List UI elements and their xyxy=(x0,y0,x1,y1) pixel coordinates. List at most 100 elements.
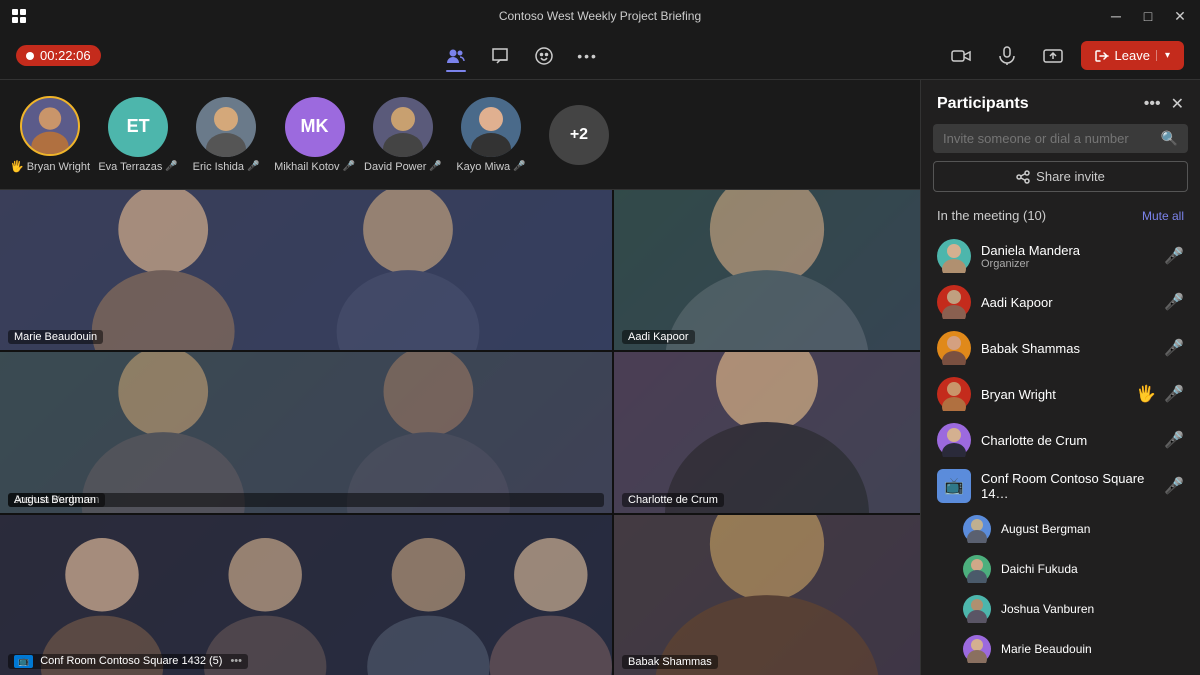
participant-row-bryan[interactable]: Bryan Wright 🖐️ 🎤 xyxy=(921,371,1200,417)
name-marie: Marie Beaudouin xyxy=(1001,642,1184,656)
participant-row-august[interactable]: August Bergman xyxy=(921,509,1200,549)
share-invite-label: Share invite xyxy=(1036,169,1105,184)
mic-icon-bryan: 🎤 xyxy=(1164,384,1184,404)
avatar-conf-room: 📺 xyxy=(937,469,971,503)
label-babak-shammas: Babak Shammas xyxy=(622,655,718,669)
actions-bryan: 🖐️ 🎤 xyxy=(1136,384,1184,404)
participant-row-babak[interactable]: Babak Shammas 🎤 xyxy=(921,325,1200,371)
avatar-kayo-miwa xyxy=(461,97,521,157)
panel-close-icon[interactable]: ✕ xyxy=(1171,94,1184,114)
camera-button[interactable] xyxy=(943,38,979,74)
avatar-aadi xyxy=(937,285,971,319)
info-conf-room: Conf Room Contoso Square 14… xyxy=(981,471,1154,501)
name-bryan-wright: 🖐️ Bryan Wright xyxy=(10,160,90,173)
name-eva-terrazas: Eva Terrazas 🎤 xyxy=(98,161,177,173)
app-grid-icon[interactable] xyxy=(12,9,26,23)
video-grid: Marie Beaudouin Aadi Kapoor xyxy=(0,190,920,675)
mic-icon-daniela: 🎤 xyxy=(1164,246,1184,266)
more-count-badge: +2 xyxy=(549,105,609,165)
avatar-bryan-wright xyxy=(20,96,80,156)
actions-conf-room: 🎤 xyxy=(1164,476,1184,496)
share-screen-button[interactable] xyxy=(1035,38,1071,74)
avatar-babak xyxy=(937,331,971,365)
avatar-charlotte xyxy=(937,423,971,457)
leave-button[interactable]: Leave ▾ xyxy=(1081,41,1184,70)
chat-button[interactable] xyxy=(482,38,518,74)
participant-row-charlotte[interactable]: Charlotte de Crum 🎤 xyxy=(921,417,1200,463)
mute-all-button[interactable]: Mute all xyxy=(1142,209,1184,223)
video-cell-babak-shammas: Babak Shammas xyxy=(614,515,920,675)
strip-participant-mikhail-kotov[interactable]: MK Mikhail Kotov 🎤 xyxy=(274,97,355,173)
strip-participant-eric-ishida[interactable]: Eric Ishida 🎤 xyxy=(186,97,266,173)
avatar-eva-terrazas: ET xyxy=(108,97,168,157)
info-daniela: Daniela Mandera Organizer xyxy=(981,243,1154,270)
strip-more-participants[interactable]: +2 xyxy=(539,105,619,165)
video-cell-conf-room: 📺 Conf Room Contoso Square 1432 (5) ••• xyxy=(0,515,612,675)
participant-row-daniela[interactable]: Daniela Mandera Organizer 🎤 xyxy=(921,233,1200,279)
name-daichi: Daichi Fukuda xyxy=(1001,562,1184,576)
info-aadi: Aadi Kapoor xyxy=(981,295,1154,310)
panel-more-icon[interactable]: ••• xyxy=(1144,95,1161,113)
name-charlotte: Charlotte de Crum xyxy=(981,433,1154,448)
strip-participant-bryan-wright[interactable]: 🖐️ Bryan Wright xyxy=(10,96,90,173)
name-kayo-miwa: Kayo Miwa 🎤 xyxy=(456,161,525,173)
mic-button[interactable] xyxy=(989,38,1025,74)
actions-aadi: 🎤 xyxy=(1164,292,1184,312)
info-joshua: Joshua Vanburen xyxy=(1001,602,1184,616)
name-aadi: Aadi Kapoor xyxy=(981,295,1154,310)
info-marie: Marie Beaudouin xyxy=(1001,642,1184,656)
info-august: August Bergman xyxy=(1001,522,1184,536)
participants-list: Daniela Mandera Organizer 🎤 Aadi Kapoor … xyxy=(921,229,1200,675)
reactions-button[interactable] xyxy=(526,38,562,74)
mic-icon-babak: 🎤 xyxy=(1164,338,1184,358)
toolbar-center: ••• xyxy=(438,38,606,74)
role-daniela: Organizer xyxy=(981,258,1154,270)
name-august: August Bergman xyxy=(1001,522,1184,536)
participant-row-joshua[interactable]: Joshua Vanburen xyxy=(921,589,1200,629)
name-david-power: David Power 🎤 xyxy=(364,161,442,173)
leave-chevron-icon[interactable]: ▾ xyxy=(1156,50,1170,61)
strip-participant-kayo-miwa[interactable]: Kayo Miwa 🎤 xyxy=(451,97,531,173)
label-charlotte-de-crum: Charlotte de Crum xyxy=(622,493,724,507)
strip-participant-david-power[interactable]: David Power 🎤 xyxy=(363,97,443,173)
recording-timer: 00:22:06 xyxy=(16,45,101,66)
name-bryan-panel: Bryan Wright xyxy=(981,387,1126,402)
actions-babak: 🎤 xyxy=(1164,338,1184,358)
avatar-daniela xyxy=(937,239,971,273)
info-bryan: Bryan Wright xyxy=(981,387,1126,402)
toolbar: 00:22:06 ••• Leave ▾ xyxy=(0,32,1200,80)
name-mikhail-kotov: Mikhail Kotov 🎤 xyxy=(274,161,355,173)
avatar-marie xyxy=(963,635,991,663)
label-conf-room: 📺 Conf Room Contoso Square 1432 (5) ••• xyxy=(8,654,248,669)
more-options-button[interactable]: ••• xyxy=(570,38,606,74)
participants-tab-button[interactable] xyxy=(438,38,474,74)
info-daichi: Daichi Fukuda xyxy=(1001,562,1184,576)
avatar-eric-ishida xyxy=(196,97,256,157)
leave-label: Leave xyxy=(1115,48,1150,63)
strip-participant-eva-terrazas[interactable]: ET Eva Terrazas 🎤 xyxy=(98,97,178,173)
title-bar: Contoso West Weekly Project Briefing ─ □… xyxy=(0,0,1200,32)
video-cell-charlotte-de-crum: Charlotte de Crum xyxy=(614,352,920,512)
minimize-button[interactable]: ─ xyxy=(1108,8,1124,24)
mic-icon-aadi: 🎤 xyxy=(1164,292,1184,312)
name-babak: Babak Shammas xyxy=(981,341,1154,356)
mic-icon-charlotte: 🎤 xyxy=(1164,430,1184,450)
search-icon: 🔍 xyxy=(1161,130,1178,147)
participant-row-aadi[interactable]: Aadi Kapoor 🎤 xyxy=(921,279,1200,325)
search-input[interactable] xyxy=(943,131,1153,146)
participant-row-marie[interactable]: Marie Beaudouin xyxy=(921,629,1200,669)
participant-row-daichi[interactable]: Daichi Fukuda xyxy=(921,549,1200,589)
window-title: Contoso West Weekly Project Briefing xyxy=(499,9,701,23)
participants-strip: 🖐️ Bryan Wright ET Eva Terrazas 🎤 Eric I… xyxy=(0,80,920,190)
panel-header-icons: ••• ✕ xyxy=(1144,94,1184,114)
mic-icon-conf-room: 🎤 xyxy=(1164,476,1184,496)
close-button[interactable]: ✕ xyxy=(1172,8,1188,24)
participant-row-eric[interactable]: Eric Ishida xyxy=(921,669,1200,675)
share-invite-button[interactable]: Share invite xyxy=(933,161,1188,192)
maximize-button[interactable]: □ xyxy=(1140,8,1156,24)
title-bar-left xyxy=(12,9,26,23)
avatar-mikhail-kotov: MK xyxy=(285,97,345,157)
name-conf-room: Conf Room Contoso Square 14… xyxy=(981,471,1154,501)
participant-row-conf-room[interactable]: 📺 Conf Room Contoso Square 14… 🎤 xyxy=(921,463,1200,509)
label-marie-beaudouin: Marie Beaudouin xyxy=(8,330,103,344)
